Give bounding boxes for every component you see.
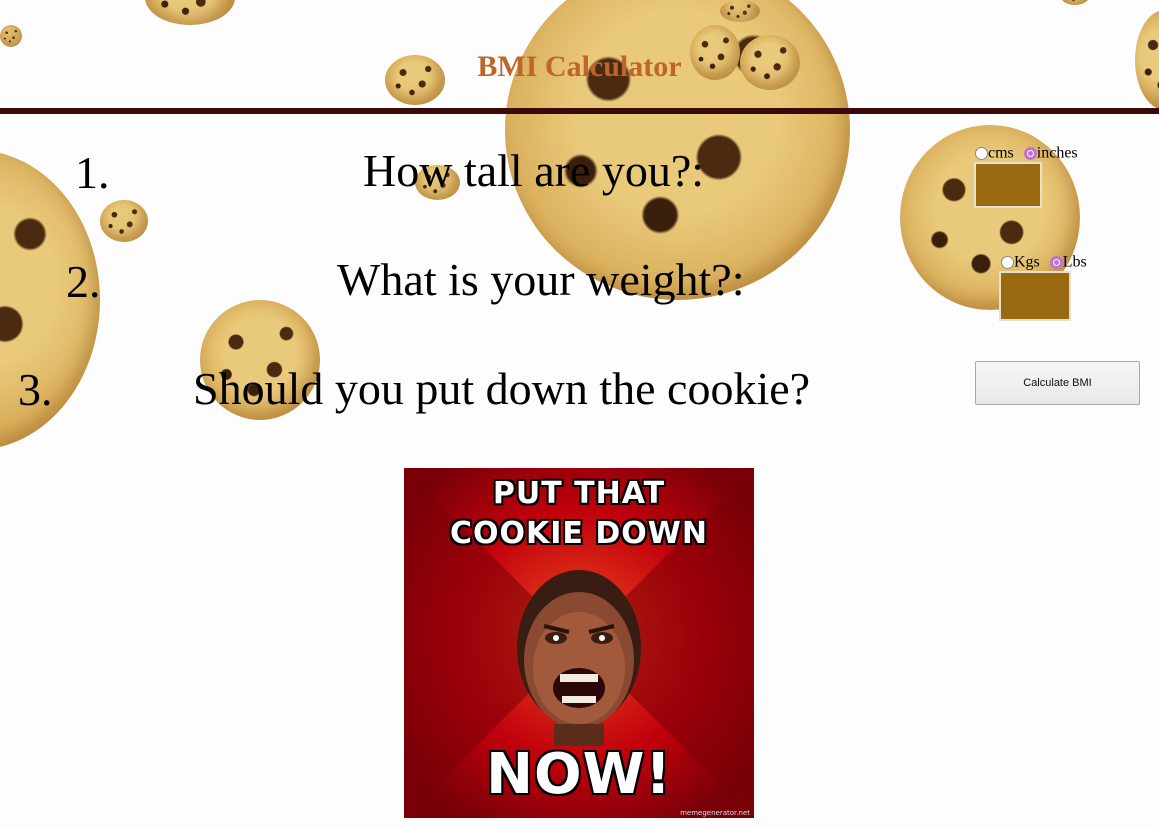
header-divider: [0, 108, 1159, 114]
radio-lbs[interactable]: [1049, 255, 1063, 269]
height-input[interactable]: [974, 162, 1042, 208]
header: BMI Calculator: [0, 0, 1159, 110]
meme-image: PUT THAT COOKIE DOWN NOW! memegenerator.…: [404, 468, 754, 818]
question-number: 1.: [75, 147, 110, 198]
meme-watermark: memegenerator.net: [680, 809, 750, 817]
meme-bottom-text: NOW!: [486, 742, 672, 807]
question-number: 2.: [66, 256, 101, 307]
cookie-icon: [100, 200, 148, 242]
radio-cms[interactable]: [975, 146, 988, 160]
question-number: 3.: [18, 364, 53, 415]
radio-label-cms: cms: [988, 144, 1014, 162]
meme-top-line1: PUT THAT: [492, 476, 666, 511]
radio-label-kgs: Kgs: [1014, 253, 1040, 271]
radio-kgs[interactable]: [1001, 255, 1014, 269]
weight-unit-group: Kgs Lbs: [1001, 253, 1087, 271]
question-height: How tall are you?:: [363, 145, 705, 196]
meme-top-line2: COOKIE DOWN: [450, 516, 708, 551]
question-cookie: Should you put down the cookie?: [193, 363, 811, 414]
radio-label-inches: inches: [1036, 144, 1078, 162]
radio-label-lbs: Lbs: [1062, 253, 1087, 271]
radio-inches[interactable]: [1023, 146, 1037, 160]
height-unit-group: cms inches: [975, 144, 1078, 162]
calculate-bmi-button[interactable]: Calculate BMI: [975, 361, 1140, 405]
page: BMI Calculator 1. How tall are you?: 2. …: [0, 0, 1159, 827]
question-weight: What is your weight?:: [337, 254, 745, 305]
page-title: BMI Calculator: [477, 50, 682, 83]
weight-input[interactable]: [999, 271, 1071, 321]
meme-top-text: PUT THAT COOKIE DOWN: [404, 474, 754, 554]
